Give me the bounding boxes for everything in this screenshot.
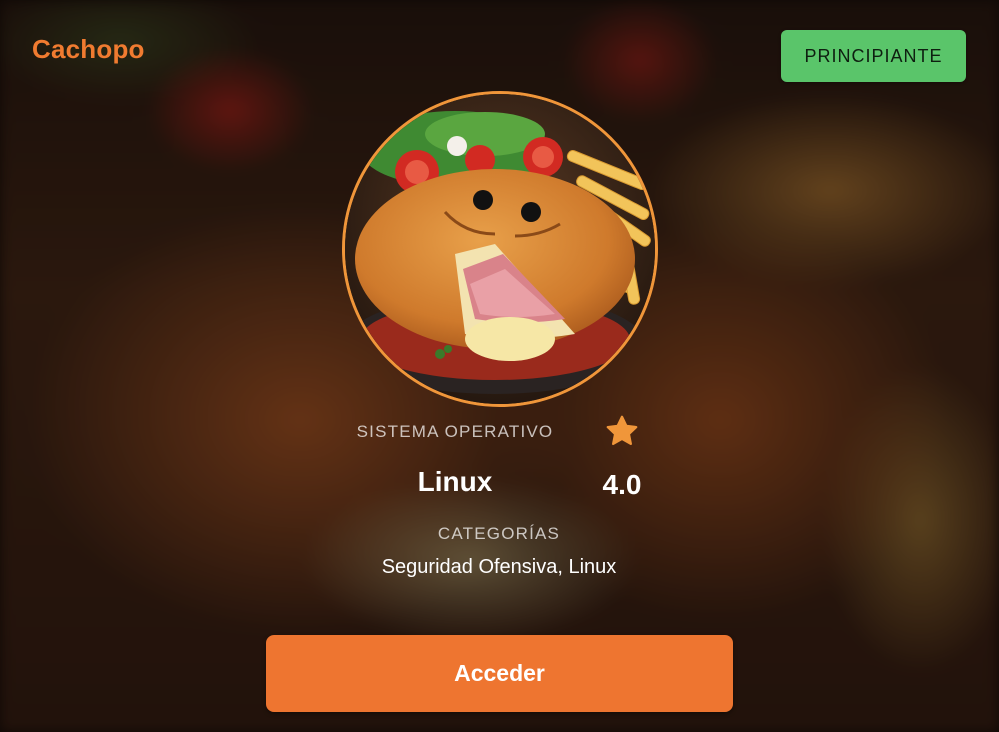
- os-label: SISTEMA OPERATIVO: [356, 422, 554, 441]
- machine-avatar-image: [342, 91, 658, 407]
- access-button[interactable]: Acceder: [266, 635, 733, 712]
- categories-label: CATEGORÍAS: [437, 524, 561, 543]
- categories-value: Seguridad Ofensiva, Linux: [381, 556, 617, 578]
- rating-value: 4.0: [602, 469, 642, 500]
- os-value: Linux: [417, 466, 493, 497]
- machine-title: Cachopo: [32, 34, 145, 64]
- difficulty-badge: PRINCIPIANTE: [781, 30, 966, 82]
- machine-card: Cachopo PRINCIPIANTE SISTEMA OPERATIVO L…: [0, 0, 999, 732]
- star-icon: [606, 415, 638, 446]
